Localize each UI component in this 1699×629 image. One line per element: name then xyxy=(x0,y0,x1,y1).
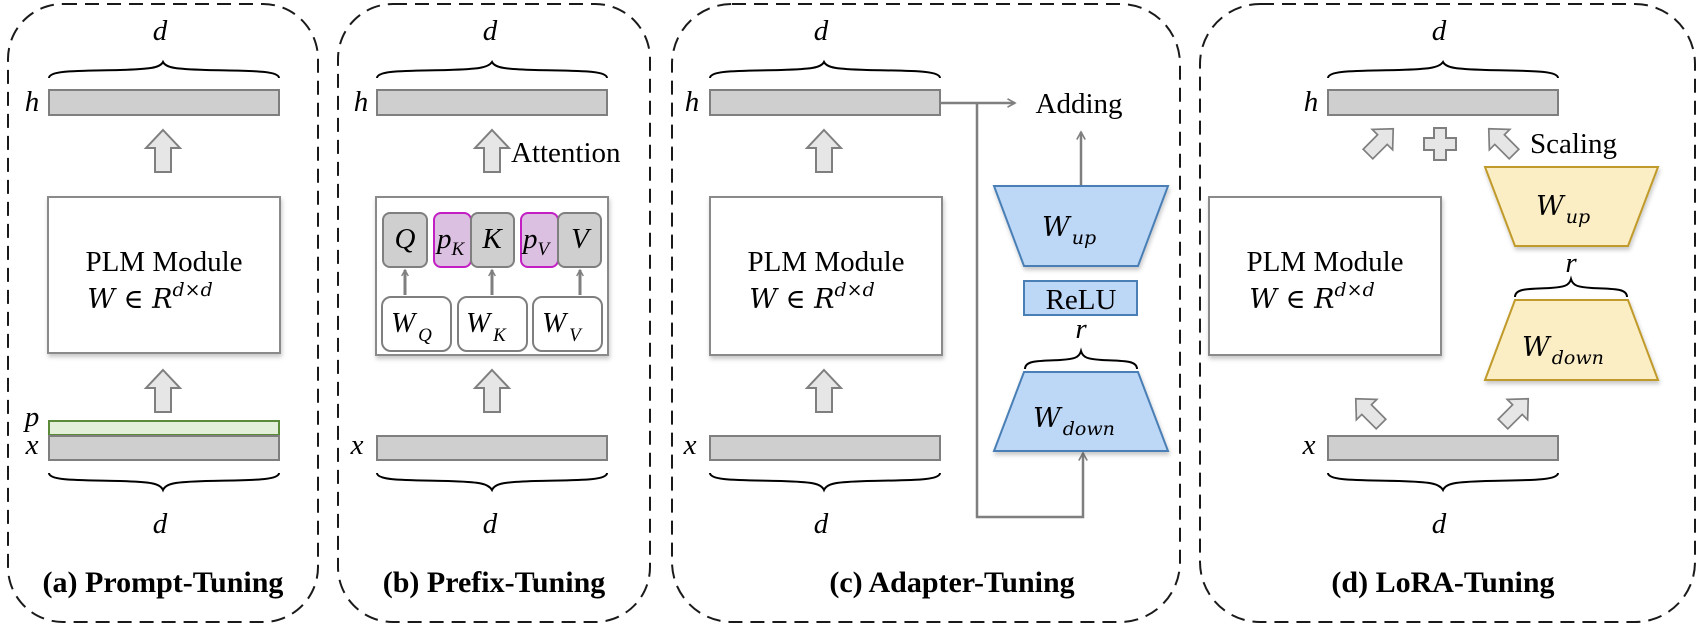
output-hidden-bar xyxy=(1327,89,1559,116)
panel-prefix-tuning: d h Attention Q pK K pV V WQ WK WV x d (… xyxy=(337,3,651,623)
top-dim-label: d xyxy=(153,15,168,47)
input-bar xyxy=(709,435,941,461)
panel-caption: (a) Prompt-Tuning xyxy=(43,566,284,599)
output-label: h xyxy=(1304,86,1319,118)
up-arrow-icon xyxy=(806,369,842,413)
bottom-dim-label: d xyxy=(814,508,829,540)
up-arrow-icon xyxy=(474,129,510,173)
weight-base: W xyxy=(1536,191,1566,222)
prefix-base: p xyxy=(435,223,452,255)
bottom-brace xyxy=(376,472,608,493)
input-bar xyxy=(1327,435,1559,461)
top-dim-label: d xyxy=(483,15,498,47)
input-label: x xyxy=(683,429,697,461)
bottom-dim-label: d xyxy=(153,508,168,540)
output-label: h xyxy=(25,86,40,118)
input-label: x xyxy=(25,429,39,461)
weight-base: W xyxy=(1042,212,1072,243)
output-hidden-bar xyxy=(709,89,941,116)
query-label: Q xyxy=(395,223,416,255)
panel-prompt-tuning: d h PLM Module W ∈ Rd×d p x d (a) Prompt… xyxy=(7,3,319,623)
diagonal-arrow-icon xyxy=(1344,387,1393,436)
formula-sup: d×d xyxy=(834,279,874,301)
peft-methods-diagram: d h PLM Module W ∈ Rd×d p x d (a) Prompt… xyxy=(7,3,1696,623)
up-arrow-icon xyxy=(145,369,181,413)
scaling-label: Scaling xyxy=(1530,128,1617,160)
up-arrow-icon xyxy=(145,129,181,173)
output-label: h xyxy=(354,86,369,118)
output-hidden-bar xyxy=(48,89,280,116)
top-brace xyxy=(376,60,608,79)
input-label: x xyxy=(1302,429,1316,461)
diagonal-arrow-icon xyxy=(1491,387,1540,436)
weight-base: W xyxy=(1522,332,1552,363)
weight-base: W xyxy=(542,307,569,339)
soft-prompt-bar xyxy=(48,420,280,436)
adding-label: Adding xyxy=(1036,88,1123,120)
input-label: x xyxy=(350,429,364,461)
prefix-base: p xyxy=(521,223,538,255)
panel-caption: (c) Adapter-Tuning xyxy=(829,566,1074,599)
rank-label: r xyxy=(1565,247,1577,279)
panel-lora-tuning: d h Scaling PLM Module W ∈ Rd×d Wup r Wd… xyxy=(1199,3,1696,623)
up-arrow-icon xyxy=(806,129,842,173)
adapter-up-projection xyxy=(992,185,1170,267)
formula-sup: d×d xyxy=(172,279,212,301)
weight-base: W xyxy=(1033,403,1063,434)
bottom-brace xyxy=(48,472,280,493)
input-bar xyxy=(376,435,608,461)
weight-sub: down xyxy=(1552,347,1604,369)
key-label: K xyxy=(481,223,503,255)
weight-base: W xyxy=(391,307,418,339)
top-brace xyxy=(1327,60,1559,79)
top-dim-label: d xyxy=(1432,15,1447,47)
bottom-dim-label: d xyxy=(483,508,498,540)
top-brace xyxy=(709,59,941,79)
top-brace xyxy=(48,59,280,79)
bottom-brace xyxy=(1327,472,1559,493)
weight-sub: Q xyxy=(418,325,432,346)
prefix-sub: K xyxy=(451,239,466,260)
formula-sup: d×d xyxy=(1334,279,1374,301)
relu-label: ReLU xyxy=(1046,284,1117,316)
diagonal-arrow-icon xyxy=(1356,117,1405,166)
formula-base: W ∈ R xyxy=(1249,284,1334,315)
panel-adapter-tuning: d h Adding PLM Module W ∈ Rd×d Wup ReLU … xyxy=(671,3,1181,623)
module-title: PLM Module xyxy=(85,246,242,278)
plus-icon xyxy=(1423,127,1457,161)
rank-brace xyxy=(1024,347,1138,370)
weight-base: W xyxy=(466,307,493,339)
panel-caption: (b) Prefix-Tuning xyxy=(383,566,606,599)
output-label: h xyxy=(685,86,700,118)
output-hidden-bar xyxy=(376,89,608,116)
diagonal-arrow-icon xyxy=(1477,117,1526,166)
rank-brace xyxy=(1514,275,1628,298)
rank-label: r xyxy=(1075,313,1087,345)
module-title: PLM Module xyxy=(1246,246,1403,278)
attention-label: Attention xyxy=(511,137,621,169)
up-arrow-icon xyxy=(474,369,510,413)
weight-sub: up xyxy=(1566,206,1590,228)
formula-base: W ∈ R xyxy=(87,284,172,315)
formula-base: W ∈ R xyxy=(749,284,834,315)
bottom-dim-label: d xyxy=(1432,508,1447,540)
weight-sub: up xyxy=(1072,227,1096,249)
bottom-brace xyxy=(709,472,941,493)
weight-sub: K xyxy=(492,325,507,346)
top-dim-label: d xyxy=(814,15,829,47)
weight-sub: down xyxy=(1063,418,1115,440)
input-bar xyxy=(48,435,280,461)
panel-caption: (d) LoRA-Tuning xyxy=(1331,566,1554,599)
module-title: PLM Module xyxy=(747,246,904,278)
